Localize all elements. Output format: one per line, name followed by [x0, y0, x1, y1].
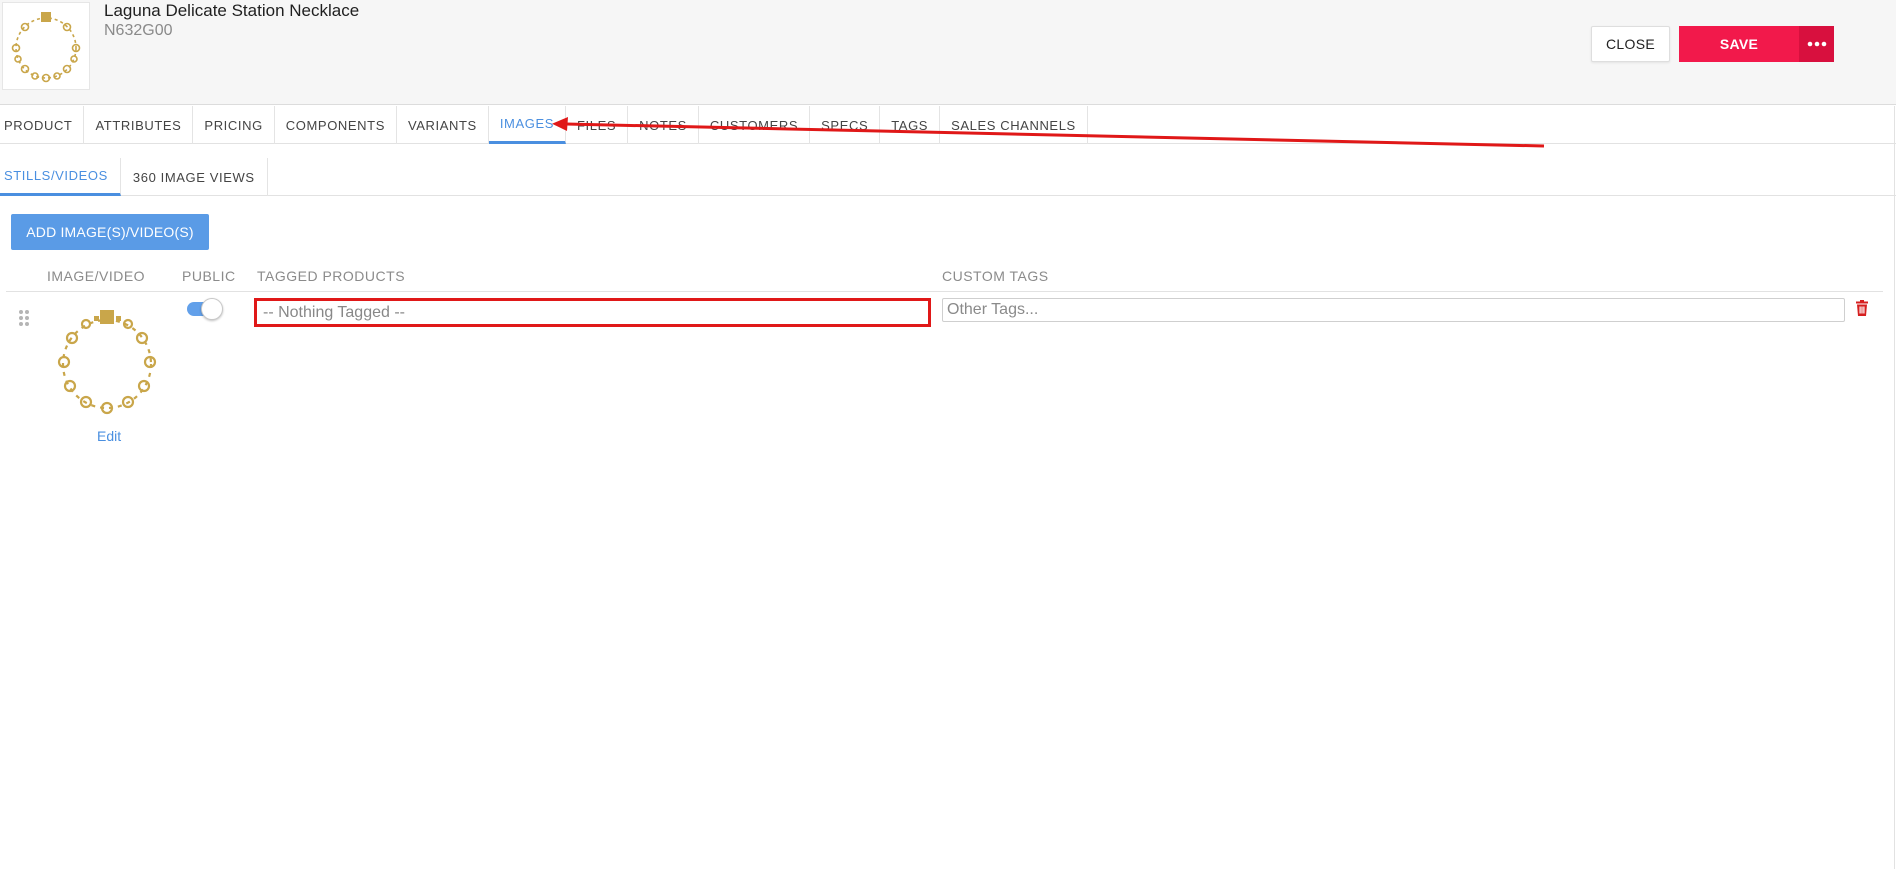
tab-tags[interactable]: TAGS	[880, 106, 941, 144]
tab-customers[interactable]: CUSTOMERS	[699, 106, 811, 144]
tab-bar-spacer	[1088, 106, 1896, 143]
product-title: Laguna Delicate Station Necklace	[104, 1, 360, 20]
drag-handle-icon[interactable]	[18, 309, 30, 332]
trash-icon	[1856, 300, 1868, 316]
tab-attributes[interactable]: ATTRIBUTES	[84, 106, 194, 144]
column-header-tagged-products: TAGGED PRODUCTS	[257, 268, 406, 284]
public-toggle[interactable]	[186, 298, 223, 320]
product-sku: N632G00	[104, 22, 173, 39]
tab-images[interactable]: IMAGES	[488, 106, 566, 144]
close-button[interactable]: CLOSE	[1591, 26, 1670, 62]
product-header: Laguna Delicate Station Necklace N632G00…	[0, 0, 1896, 105]
necklace-thumbnail-icon	[11, 12, 81, 83]
tab-specs[interactable]: SPECS	[810, 106, 881, 144]
tab-notes[interactable]: NOTES	[628, 106, 699, 144]
save-button[interactable]: SAVE	[1679, 26, 1799, 62]
tab-sales-channels[interactable]: SALES CHANNELS	[940, 106, 1088, 144]
delete-media-button[interactable]	[1855, 300, 1869, 316]
tagged-products-input[interactable]: -- Nothing Tagged --	[254, 298, 931, 327]
more-actions-button[interactable]	[1799, 26, 1834, 62]
table-header-divider	[6, 291, 1883, 292]
more-dots-icon	[1807, 41, 1826, 47]
product-thumbnail	[2, 2, 90, 90]
panel-edge-divider	[1894, 106, 1895, 869]
tab-product[interactable]: PRODUCT	[0, 106, 85, 144]
tab-stills-videos[interactable]: STILLS/VIDEOS	[0, 158, 121, 196]
necklace-image-icon	[57, 310, 157, 415]
toggle-knob	[201, 298, 223, 320]
tab-variants[interactable]: VARIANTS	[397, 106, 489, 144]
tab-pricing[interactable]: PRICING	[193, 106, 275, 144]
sub-tab-bar: STILLS/VIDEOS 360 IMAGE VIEWS	[0, 158, 1896, 196]
edit-media-link[interactable]: Edit	[97, 428, 121, 444]
add-images-videos-button[interactable]: ADD IMAGE(S)/VIDEO(S)	[11, 214, 209, 250]
media-thumbnail[interactable]	[50, 302, 165, 417]
tab-360-image-views[interactable]: 360 IMAGE VIEWS	[121, 158, 268, 196]
column-header-custom-tags: CUSTOM TAGS	[942, 268, 1049, 284]
main-tab-bar: PRODUCT ATTRIBUTES PRICING COMPONENTS VA…	[0, 106, 1896, 144]
custom-tags-input[interactable]: Other Tags...	[942, 298, 1845, 322]
tab-components[interactable]: COMPONENTS	[275, 106, 397, 144]
column-header-public: PUBLIC	[182, 268, 236, 284]
column-header-image-video: IMAGE/VIDEO	[47, 268, 146, 284]
tab-files[interactable]: FILES	[566, 106, 629, 144]
